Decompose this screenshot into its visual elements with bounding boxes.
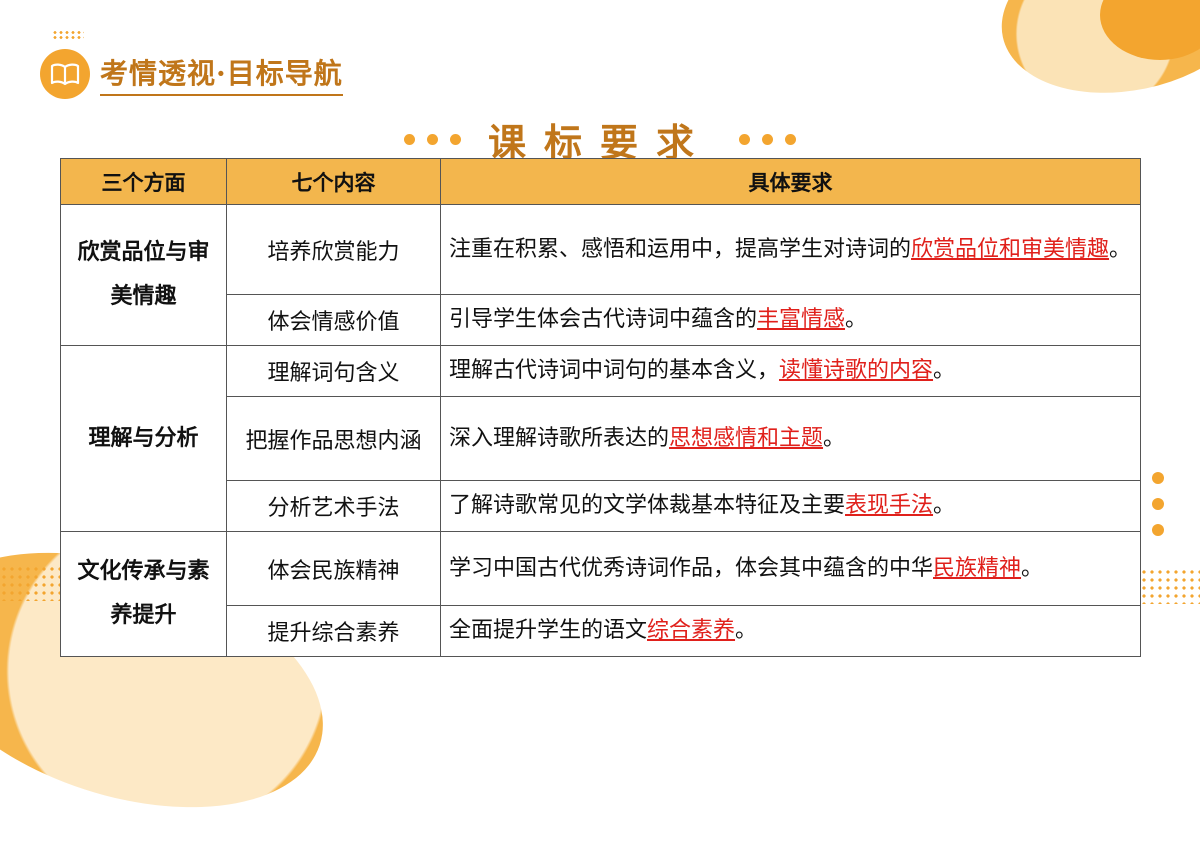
- requirement-text: 深入理解诗歌所表达的: [449, 425, 670, 451]
- slide-header: 考情透视·目标导航: [40, 46, 343, 102]
- aspect-cell: 理解与分析: [60, 345, 227, 532]
- requirement-cell: 理解古代诗词中词句的基本含义，读懂诗歌的内容。: [440, 345, 1141, 397]
- requirement-cell: 深入理解诗歌所表达的思想感情和主题。: [440, 396, 1141, 481]
- dot-pattern-right: [1140, 568, 1200, 604]
- requirement-cell: 学习中国古代优秀诗词作品，体会其中蕴含的中华民族精神。: [440, 531, 1141, 606]
- column-header-requirement: 具体要求: [440, 158, 1141, 205]
- requirement-text: 引导学生体会古代诗词中蕴含的: [449, 307, 758, 332]
- requirement-end: 。: [735, 618, 758, 643]
- dot-pattern-left: [0, 565, 60, 601]
- requirement-cell: 全面提升学生的语文综合素养。: [440, 605, 1141, 657]
- content-cell: 把握作品思想内涵: [226, 396, 441, 481]
- requirement-end: 。: [823, 425, 846, 451]
- requirement-end: 。: [1021, 555, 1044, 581]
- header-title: 考情透视·目标导航: [100, 52, 343, 96]
- requirement-end: 。: [1109, 236, 1132, 262]
- column-header-content: 七个内容: [226, 158, 441, 205]
- curriculum-requirements-table: 三个方面 七个内容 具体要求 欣赏品位与审美情趣 培养欣赏能力 注重在积累、感悟…: [60, 158, 1141, 657]
- table-row: 欣赏品位与审美情趣 培养欣赏能力 注重在积累、感悟和运用中，提高学生对诗词的欣赏…: [60, 204, 1141, 346]
- content-cell: 体会情感价值: [226, 294, 441, 346]
- requirement-text: 学习中国古代优秀诗词作品，体会其中蕴含的中华: [449, 555, 934, 581]
- requirement-text: 注重在积累、感悟和运用中，提高学生对诗词的: [449, 236, 912, 262]
- content-cell: 体会民族精神: [226, 531, 441, 606]
- requirement-highlight: 思想感情和主题: [669, 425, 824, 451]
- content-cell: 提升综合素养: [226, 605, 441, 657]
- requirement-highlight: 欣赏品位和审美情趣: [911, 236, 1110, 262]
- table-row: 理解与分析 理解词句含义 理解古代诗词中词句的基本含义，读懂诗歌的内容。: [60, 345, 1141, 532]
- requirement-highlight: 表现手法: [845, 493, 934, 518]
- requirement-cell: 引导学生体会古代诗词中蕴含的丰富情感。: [440, 294, 1141, 346]
- requirement-highlight: 民族精神: [933, 555, 1022, 581]
- requirement-text: 理解古代诗词中词句的基本含义，: [449, 358, 780, 383]
- content-cell: 培养欣赏能力: [226, 204, 441, 295]
- title-dots-right: [733, 130, 802, 149]
- requirement-highlight: 综合素养: [647, 618, 736, 643]
- requirement-cell: 注重在积累、感悟和运用中，提高学生对诗词的欣赏品位和审美情趣。: [440, 204, 1141, 295]
- content-cell: 分析艺术手法: [226, 480, 441, 532]
- requirement-end: 。: [933, 358, 956, 383]
- content-cell: 理解词句含义: [226, 345, 441, 397]
- requirement-end: 。: [933, 493, 956, 518]
- requirement-text: 全面提升学生的语文: [449, 618, 648, 643]
- aspect-cell: 欣赏品位与审美情趣: [60, 204, 227, 346]
- requirement-highlight: 读懂诗歌的内容: [779, 358, 934, 383]
- side-dots-decoration: [1152, 472, 1166, 550]
- requirement-highlight: 丰富情感: [757, 307, 846, 332]
- requirement-end: 。: [845, 307, 868, 332]
- title-dots-left: [398, 130, 467, 149]
- column-header-aspect: 三个方面: [60, 158, 227, 205]
- table-row: 文化传承与素养提升 体会民族精神 学习中国古代优秀诗词作品，体会其中蕴含的中华民…: [60, 531, 1141, 657]
- header-dots-decoration: [52, 30, 84, 40]
- requirement-cell: 了解诗歌常见的文学体裁基本特征及主要表现手法。: [440, 480, 1141, 532]
- open-book-icon: [40, 49, 90, 99]
- requirement-text: 了解诗歌常见的文学体裁基本特征及主要: [449, 493, 846, 518]
- aspect-cell: 文化传承与素养提升: [60, 531, 227, 657]
- table-header-row: 三个方面 七个内容 具体要求: [60, 158, 1141, 205]
